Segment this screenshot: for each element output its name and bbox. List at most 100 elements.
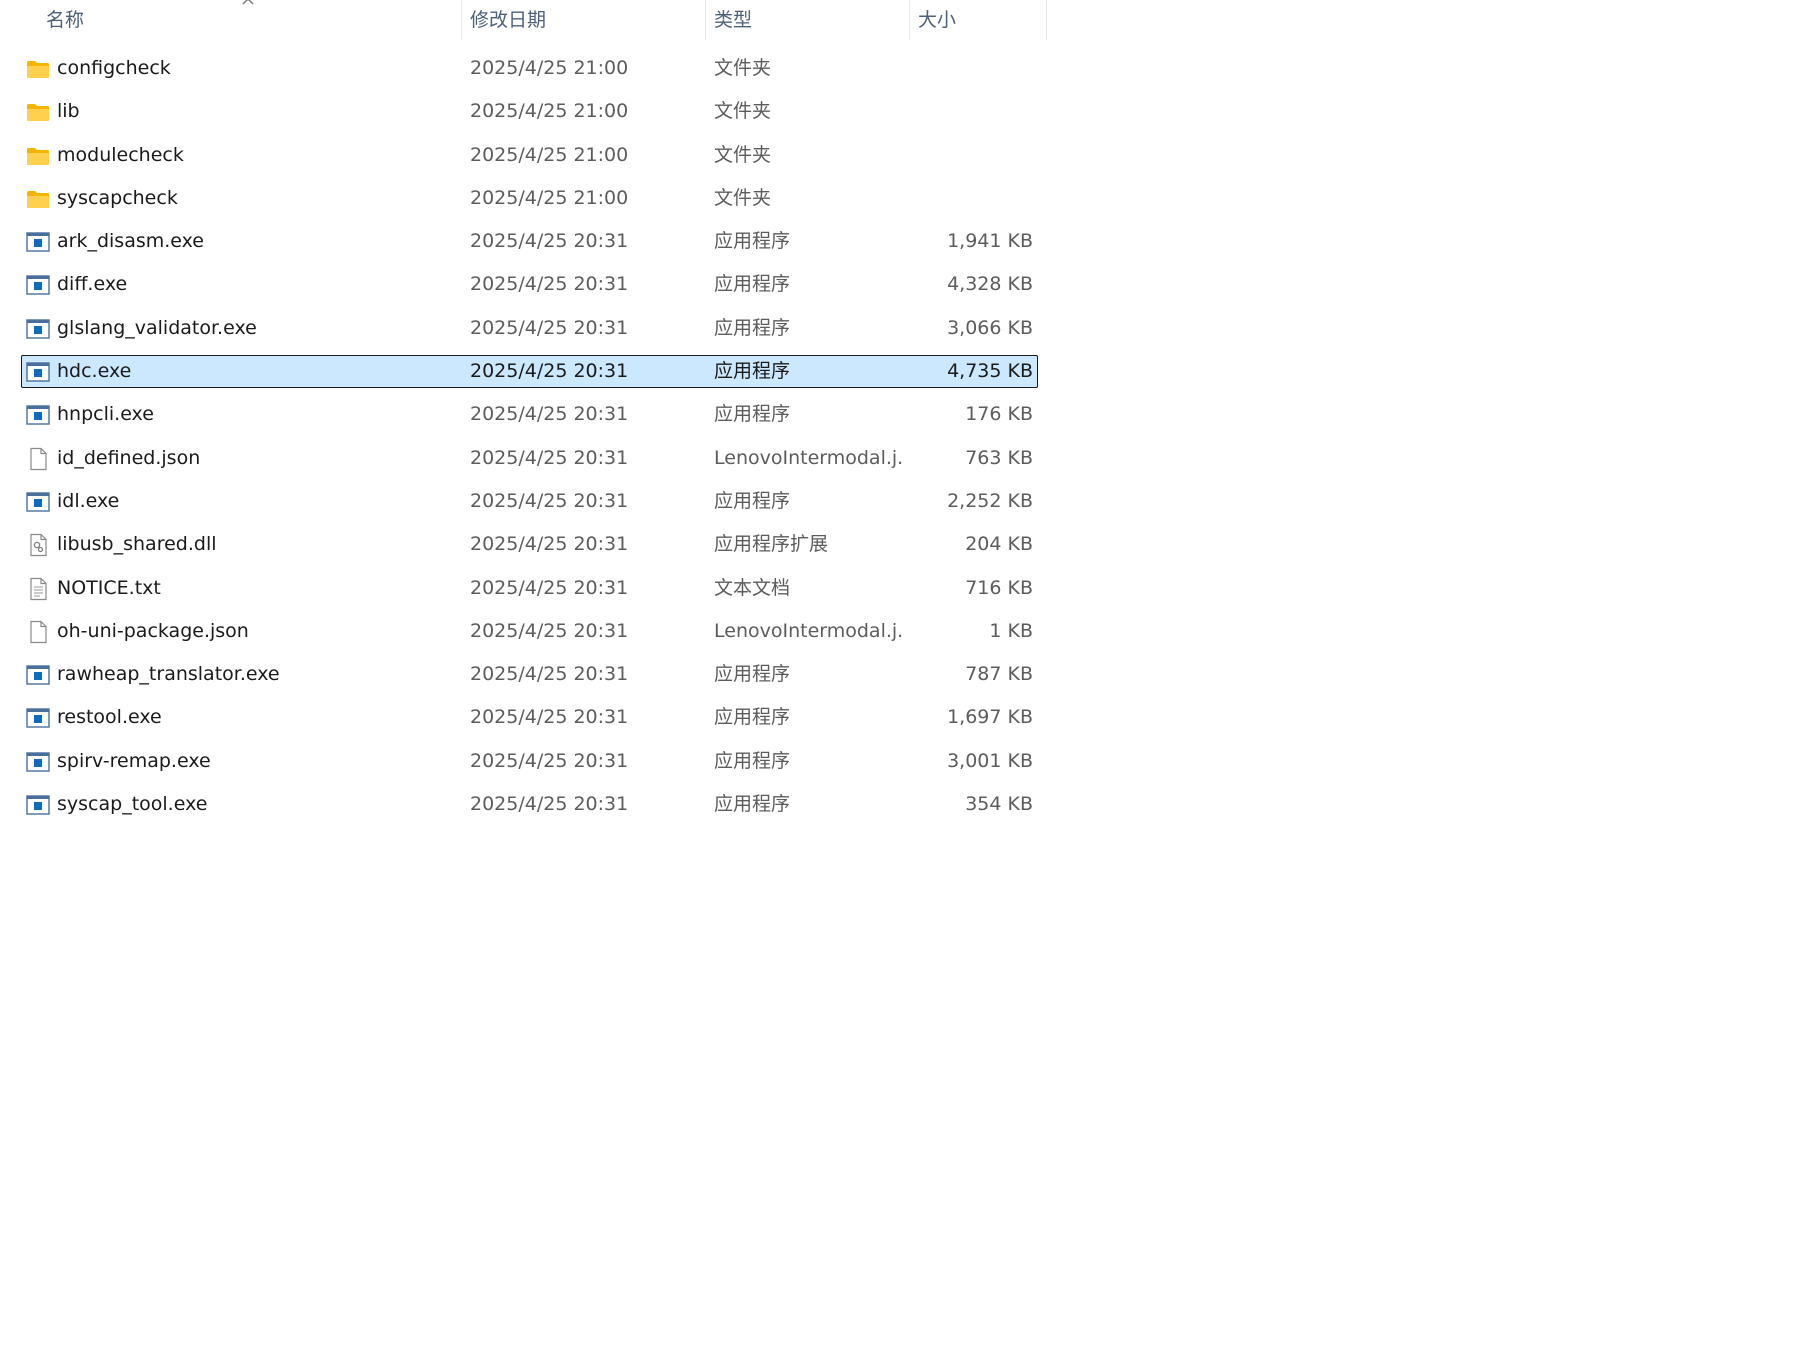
file-icon bbox=[26, 447, 50, 471]
file-size: 1,697 KB bbox=[947, 706, 1033, 729]
file-size bbox=[912, 134, 1033, 177]
file-name: restool.exe bbox=[57, 706, 162, 729]
file-type: 文件夹 bbox=[714, 186, 772, 209]
file-size: 3,001 KB bbox=[947, 749, 1033, 772]
modified-date: 2025/4/25 21:00 bbox=[470, 143, 629, 166]
file-type: 文件夹 bbox=[714, 143, 772, 166]
file-type: 应用程序 bbox=[714, 273, 791, 296]
file-type: 应用程序 bbox=[714, 360, 791, 383]
table-row[interactable]: configcheck 2025/4/25 21:00 文件夹 bbox=[0, 47, 1046, 90]
file-name: syscapcheck bbox=[57, 186, 178, 209]
file-size: 354 KB bbox=[965, 793, 1033, 816]
modified-date: 2025/4/25 20:31 bbox=[470, 576, 629, 599]
exe-icon bbox=[26, 663, 50, 687]
file-size: 4,735 KB bbox=[947, 360, 1033, 383]
modified-date: 2025/4/25 20:31 bbox=[470, 230, 629, 253]
file-type: 应用程序 bbox=[714, 403, 791, 426]
modified-date: 2025/4/25 20:31 bbox=[470, 403, 629, 426]
file-type: 文件夹 bbox=[714, 100, 772, 123]
file-name: modulecheck bbox=[57, 143, 184, 166]
exe-icon bbox=[26, 317, 50, 341]
file-size: 716 KB bbox=[965, 576, 1033, 599]
modified-date: 2025/4/25 20:31 bbox=[470, 489, 629, 512]
file-explorer: 名称 修改日期 类型 大小 configcheck 2025/4/25 21:00… bbox=[0, 0, 1818, 1347]
file-size: 1 KB bbox=[989, 619, 1033, 642]
table-row[interactable]: oh-uni-package.json 2025/4/25 20:31 Lenovo… bbox=[0, 610, 1046, 653]
modified-date: 2025/4/25 20:31 bbox=[470, 360, 629, 383]
sort-ascending-icon bbox=[242, 0, 254, 5]
exe-icon bbox=[26, 230, 50, 254]
file-name: glslang_validator.exe bbox=[57, 316, 257, 339]
table-row[interactable]: diff.exe 2025/4/25 20:31 应用程序 4,328 KB bbox=[0, 263, 1046, 306]
modified-date: 2025/4/25 21:00 bbox=[470, 186, 629, 209]
file-type: 应用程序 bbox=[714, 489, 791, 512]
table-row[interactable]: restool.exe 2025/4/25 20:31 应用程序 1,697 KB bbox=[0, 696, 1046, 739]
exe-icon bbox=[26, 490, 50, 514]
file-size: 4,328 KB bbox=[947, 273, 1033, 296]
file-name: idl.exe bbox=[57, 489, 120, 512]
exe-icon bbox=[26, 793, 50, 817]
file-type: 文件夹 bbox=[714, 57, 772, 79]
table-row[interactable]: rawheap_translator.exe 2025/4/25 20:31 应用程… bbox=[0, 653, 1046, 696]
file-type: 应用程序 bbox=[714, 663, 791, 686]
modified-date: 2025/4/25 20:31 bbox=[470, 706, 629, 729]
table-row[interactable]: glslang_validator.exe 2025/4/25 20:31 应用程序… bbox=[0, 307, 1046, 350]
table-row[interactable]: modulecheck 2025/4/25 21:00 文件夹 bbox=[0, 134, 1046, 177]
table-row[interactable]: NOTICE.txt 2025/4/25 20:31 文本文档 716 KB bbox=[0, 567, 1046, 610]
file-type: 应用程序 bbox=[714, 316, 791, 339]
table-row[interactable]: libusb_shared.dll 2025/4/25 20:31 应用程序扩展 20… bbox=[0, 523, 1046, 566]
dll-icon bbox=[26, 533, 50, 557]
file-type: 应用程序 bbox=[714, 793, 791, 816]
table-row[interactable]: id_defined.json 2025/4/25 20:31 LenovoInte… bbox=[0, 437, 1046, 480]
modified-date: 2025/4/25 20:31 bbox=[470, 446, 629, 469]
file-size bbox=[912, 47, 1033, 90]
column-header-date[interactable]: 修改日期 bbox=[461, 0, 705, 40]
table-row[interactable]: spirv-remap.exe 2025/4/25 20:31 应用程序 3,001 … bbox=[0, 740, 1046, 783]
table-row[interactable]: ark_disasm.exe 2025/4/25 20:31 应用程序 1,941 K… bbox=[0, 220, 1046, 263]
file-size: 3,066 KB bbox=[947, 316, 1033, 339]
modified-date: 2025/4/25 20:31 bbox=[470, 273, 629, 296]
modified-date: 2025/4/25 20:31 bbox=[470, 316, 629, 339]
file-type: 文本文档 bbox=[714, 576, 791, 599]
file-type: 应用程序 bbox=[714, 706, 791, 729]
modified-date: 2025/4/25 20:31 bbox=[470, 533, 629, 556]
column-header-size[interactable]: 大小 bbox=[909, 0, 1046, 40]
file-name: rawheap_translator.exe bbox=[57, 663, 280, 686]
file-type: LenovoIntermodal.j... bbox=[714, 619, 904, 642]
exe-icon bbox=[26, 403, 50, 427]
column-divider[interactable] bbox=[1046, 0, 1047, 40]
file-type: 应用程序 bbox=[714, 749, 791, 772]
table-row[interactable]: syscap_tool.exe 2025/4/25 20:31 应用程序 354 KB bbox=[0, 783, 1046, 826]
table-row[interactable]: hnpcli.exe 2025/4/25 20:31 应用程序 176 KB bbox=[0, 393, 1046, 436]
column-header-bar: 名称 修改日期 类型 大小 bbox=[0, 0, 1047, 40]
modified-date: 2025/4/25 21:00 bbox=[470, 100, 629, 123]
exe-icon bbox=[26, 750, 50, 774]
folder-icon bbox=[26, 57, 50, 81]
file-size bbox=[912, 177, 1033, 220]
table-row-selected[interactable]: hdc.exe 2025/4/25 20:31 应用程序 4,735 KB bbox=[0, 350, 1046, 393]
exe-icon bbox=[26, 706, 50, 730]
file-name: configcheck bbox=[57, 57, 171, 79]
file-size: 176 KB bbox=[965, 403, 1033, 426]
table-row[interactable]: idl.exe 2025/4/25 20:31 应用程序 2,252 KB bbox=[0, 480, 1046, 523]
file-name: libusb_shared.dll bbox=[57, 533, 217, 556]
exe-icon bbox=[26, 360, 50, 384]
file-name: ark_disasm.exe bbox=[57, 230, 204, 253]
modified-date: 2025/4/25 20:31 bbox=[470, 663, 629, 686]
modified-date: 2025/4/25 20:31 bbox=[470, 749, 629, 772]
file-name: id_defined.json bbox=[57, 446, 201, 469]
folder-icon bbox=[26, 100, 50, 124]
file-name: diff.exe bbox=[57, 273, 128, 296]
file-name: oh-uni-package.json bbox=[57, 619, 249, 642]
folder-icon bbox=[26, 187, 50, 211]
column-header-type[interactable]: 类型 bbox=[705, 0, 909, 40]
file-type: 应用程序 bbox=[714, 230, 791, 253]
file-name: lib bbox=[57, 100, 80, 123]
file-name: NOTICE.txt bbox=[57, 576, 161, 599]
file-size: 1,941 KB bbox=[947, 230, 1033, 253]
table-row[interactable]: lib 2025/4/25 21:00 文件夹 bbox=[0, 90, 1046, 133]
file-size bbox=[912, 90, 1033, 133]
file-icon bbox=[26, 620, 50, 644]
file-type: 应用程序扩展 bbox=[714, 533, 829, 556]
table-row[interactable]: syscapcheck 2025/4/25 21:00 文件夹 bbox=[0, 177, 1046, 220]
